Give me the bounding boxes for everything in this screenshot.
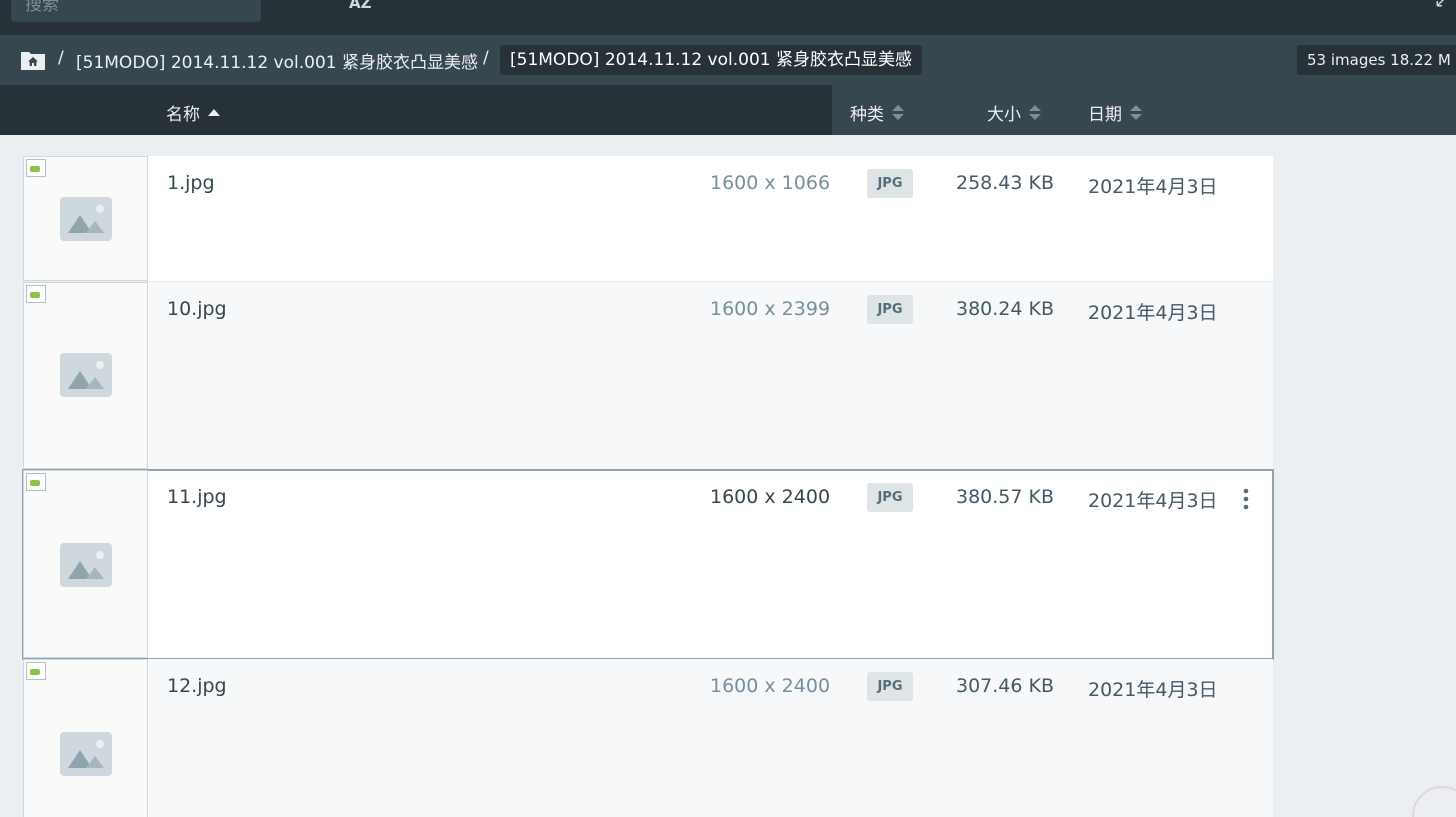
file-date: 2021年4月3日 — [1088, 679, 1218, 701]
file-type-badge: JPG — [867, 483, 913, 512]
breadcrumb-separator: / — [483, 48, 489, 68]
table-row[interactable]: 1.jpg 1600 x 1066 JPG 258.43 KB 2021年4月3… — [23, 156, 1273, 282]
thumbnail[interactable] — [23, 470, 148, 658]
thumbnail[interactable] — [23, 659, 148, 817]
file-type-badge: JPG — [867, 295, 913, 324]
file-size: 380.24 KB — [956, 298, 1055, 320]
broken-image-icon — [26, 159, 46, 177]
file-dimensions: 1600 x 2400 — [710, 675, 831, 697]
broken-image-icon — [26, 285, 46, 303]
file-size: 258.43 KB — [956, 172, 1055, 194]
top-toolbar: 搜索 ☰ AZ ↙ — [0, 0, 1456, 173]
breadcrumb-current: [51MODO] 2014.11.12 vol.001 紧身胶衣凸显美感 — [500, 45, 922, 75]
column-type-header[interactable]: 种类 — [850, 100, 904, 125]
column-date-label: 日期 — [1088, 105, 1122, 125]
table-row-selected[interactable]: 11.jpg 1600 x 2400 JPG 380.57 KB 2021年4月… — [22, 469, 1274, 660]
sort-az-icon[interactable]: AZ — [349, 0, 372, 12]
image-placeholder-icon — [60, 197, 112, 241]
thumbnail[interactable] — [23, 156, 148, 281]
search-placeholder: 搜索 — [25, 0, 59, 15]
breadcrumb-separator: / — [58, 48, 64, 68]
column-date-header[interactable]: 日期 — [1088, 100, 1142, 125]
table-row[interactable]: 10.jpg 1600 x 2399 JPG 380.24 KB 2021年4月… — [23, 282, 1273, 470]
search-input[interactable]: 搜索 — [11, 0, 261, 22]
column-size-header[interactable]: 大小 — [987, 100, 1041, 125]
column-header: 名称 种类 大小 日期 — [0, 85, 1456, 135]
file-dimensions: 1600 x 2400 — [710, 486, 831, 508]
file-dimensions: 1600 x 1066 — [710, 172, 831, 194]
thumbnail[interactable] — [23, 282, 148, 469]
file-name[interactable]: 12.jpg — [167, 675, 227, 697]
file-name[interactable]: 1.jpg — [167, 172, 215, 194]
sort-icon — [1130, 105, 1142, 121]
broken-image-icon — [26, 662, 46, 680]
file-type-badge: JPG — [867, 169, 913, 198]
file-date: 2021年4月3日 — [1088, 176, 1218, 198]
sort-ascending-icon — [208, 108, 220, 116]
breadcrumb: / [51MODO] 2014.11.12 vol.001 紧身胶衣凸显美感 /… — [0, 35, 1456, 85]
file-date: 2021年4月3日 — [1088, 302, 1218, 324]
column-header-right — [832, 85, 1456, 135]
sort-icon — [1029, 105, 1041, 121]
column-type-label: 种类 — [850, 105, 884, 125]
folder-stats: 53 images 18.22 M — [1297, 45, 1456, 75]
file-dimensions: 1600 x 2399 — [710, 298, 831, 320]
more-options-icon[interactable] — [1239, 488, 1253, 510]
file-list: 1.jpg 1600 x 1066 JPG 258.43 KB 2021年4月3… — [22, 156, 1274, 817]
file-name[interactable]: 11.jpg — [167, 486, 227, 508]
column-size-label: 大小 — [987, 105, 1021, 125]
image-placeholder-icon — [60, 543, 112, 587]
image-placeholder-icon — [60, 732, 112, 776]
file-size: 307.46 KB — [956, 675, 1055, 697]
file-date: 2021年4月3日 — [1088, 490, 1218, 512]
column-name-label: 名称 — [166, 105, 200, 125]
sort-icon — [892, 105, 904, 121]
watermark-logo — [1412, 786, 1456, 817]
file-size: 380.57 KB — [956, 486, 1055, 508]
file-type-badge: JPG — [867, 672, 913, 701]
file-name[interactable]: 10.jpg — [167, 298, 227, 320]
image-placeholder-icon — [60, 353, 112, 397]
breadcrumb-parent-link[interactable]: [51MODO] 2014.11.12 vol.001 紧身胶衣凸显美感 — [76, 48, 478, 73]
table-row[interactable]: 12.jpg 1600 x 2400 JPG 307.46 KB 2021年4月… — [23, 659, 1273, 817]
broken-image-icon — [26, 473, 46, 491]
column-name-header[interactable]: 名称 — [166, 100, 220, 125]
home-folder-icon[interactable] — [20, 49, 46, 71]
collapse-icon[interactable]: ↙ — [1434, 0, 1449, 11]
